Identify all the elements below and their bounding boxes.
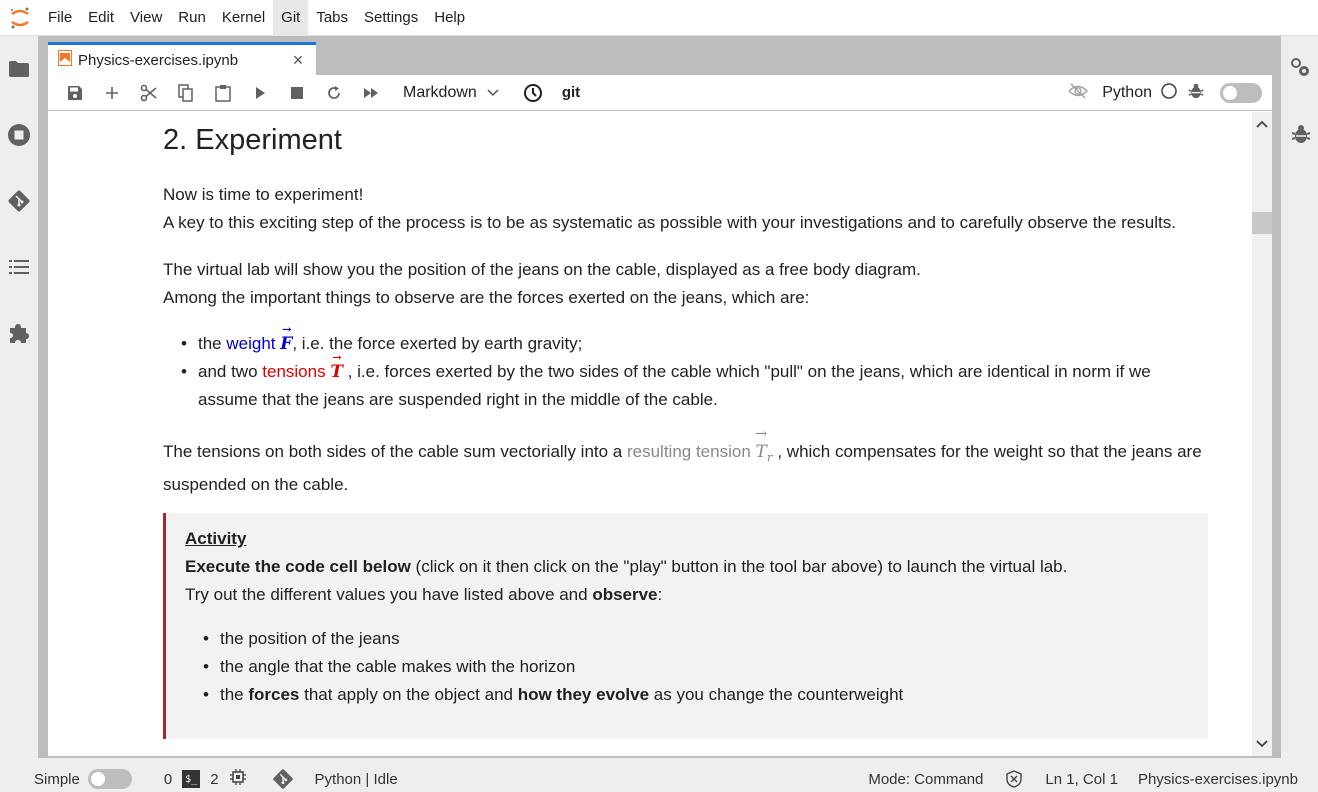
tension-vector-symbol: T <box>330 344 343 386</box>
activity-line-1: Execute the code cell below (click on it… <box>185 557 1068 576</box>
save-button[interactable] <box>56 79 93 107</box>
interrupt-button[interactable] <box>278 79 315 107</box>
menu-help[interactable]: Help <box>426 0 473 36</box>
right-sidebar <box>1281 36 1318 758</box>
restart-run-all-button[interactable] <box>352 79 389 107</box>
menu-git[interactable]: Git <box>273 0 309 36</box>
status-filename: Physics-exercises.ipynb <box>1137 770 1298 788</box>
tab-bar: Physics-exercises.ipynb × <box>48 42 316 75</box>
scroll-up-icon[interactable] <box>1252 114 1272 134</box>
menu-settings[interactable]: Settings <box>356 0 426 36</box>
paste-button[interactable] <box>204 79 241 107</box>
weight-term: weight <box>226 334 276 353</box>
menu-tabs[interactable]: Tabs <box>308 0 356 36</box>
menu-bar: File Edit View Run Kernel Git Tabs Setti… <box>0 0 1318 36</box>
insert-cell-button[interactable] <box>93 79 130 107</box>
property-inspector-icon[interactable] <box>1289 56 1313 80</box>
kernels-indicator[interactable]: 2 <box>210 766 246 792</box>
forces-list: the weight F, i.e. the force exerted by … <box>163 316 1208 414</box>
intro-line-2: A key to this exciting step of the proce… <box>163 213 1176 232</box>
table-of-contents-icon[interactable] <box>6 254 32 280</box>
activity-line-2: Try out the different values you have li… <box>185 585 663 604</box>
notebook-icon <box>58 49 72 71</box>
weight-vector-symbol: F <box>280 316 292 358</box>
notebook-panel: Markdown git Python 2. Experiment Now is… <box>48 75 1272 756</box>
resulting-tension-term: resulting tension <box>626 442 751 461</box>
simple-toggle-switch[interactable] <box>87 769 132 789</box>
close-icon[interactable]: × <box>286 48 310 72</box>
cpu-chip-icon <box>229 768 247 790</box>
intro-line-1: Now is time to experiment! <box>163 185 364 204</box>
hidden-eye-icon[interactable] <box>1068 83 1089 104</box>
intro-paragraph: Now is time to experiment! A key to this… <box>163 181 1208 237</box>
notebook-toolbar: Markdown git Python <box>48 75 1272 111</box>
lab-line-1: The virtual lab will show you the positi… <box>163 260 921 279</box>
folder-icon[interactable] <box>6 56 32 82</box>
list-item: the angle that the cable makes with the … <box>185 653 1208 681</box>
notebook-mode: Mode: Command <box>868 770 984 788</box>
lab-paragraph: The virtual lab will show you the positi… <box>163 256 1208 312</box>
activity-title: Activity <box>185 529 247 548</box>
kernel-status[interactable]: Python | Idle <box>315 766 398 792</box>
list-item: the position of the jeans <box>185 625 1208 653</box>
extension-icon[interactable] <box>6 320 32 346</box>
kernels-count: 2 <box>210 770 219 788</box>
scrollbar-thumb[interactable] <box>1252 212 1272 234</box>
restart-button[interactable] <box>315 79 352 107</box>
kernel-status-circle-icon <box>1160 82 1178 105</box>
cut-button[interactable] <box>130 79 167 107</box>
section-heading: 2. Experiment <box>163 124 342 156</box>
chevron-down-icon <box>487 84 499 102</box>
vertical-scrollbar[interactable] <box>1252 112 1272 756</box>
left-sidebar <box>0 36 38 758</box>
terminal-icon: $_ <box>182 770 201 788</box>
jupyter-logo-icon <box>0 0 40 36</box>
git-button[interactable]: git <box>562 84 580 101</box>
debugger-icon[interactable] <box>1289 122 1313 146</box>
terminals-count: 0 <box>163 770 173 788</box>
cell-type-value: Markdown <box>403 83 477 101</box>
list-item: and two tensions T , i.e. forces exerted… <box>163 344 1208 414</box>
tab-label: Physics-exercises.ipynb <box>78 51 239 69</box>
list-item: the forces that apply on the object and … <box>185 681 1208 709</box>
notebook-content: 2. Experiment Now is time to experiment!… <box>48 112 1252 756</box>
git-icon[interactable] <box>6 188 32 214</box>
run-button[interactable] <box>241 79 278 107</box>
tab-notebook[interactable]: Physics-exercises.ipynb × <box>48 42 316 75</box>
list-item: the weight F, i.e. the force exerted by … <box>163 316 1208 358</box>
main-dock: Physics-exercises.ipynb × Markdown git P… <box>38 36 1281 758</box>
debugger-toggle[interactable] <box>1220 83 1262 103</box>
menu-run[interactable]: Run <box>170 0 214 36</box>
resulting-tension-symbol: Tr <box>756 420 773 471</box>
lab-line-2: Among the important things to observe ar… <box>163 288 810 307</box>
terminals-indicator[interactable]: 0 $_ <box>163 766 201 792</box>
simple-mode-label: Simple <box>34 770 80 788</box>
trusted-shield-icon[interactable] <box>1005 766 1023 792</box>
cursor-position[interactable]: Ln 1, Col 1 <box>1045 766 1118 792</box>
scroll-down-icon[interactable] <box>1252 734 1272 754</box>
toolbar-right: Python <box>1068 75 1272 111</box>
simple-mode-toggle[interactable]: Simple <box>34 766 132 792</box>
observe-list: the position of the jeans the angle that… <box>185 625 1208 709</box>
menu-file[interactable]: File <box>40 0 80 36</box>
menu-view[interactable]: View <box>122 0 170 36</box>
menu-kernel[interactable]: Kernel <box>214 0 273 36</box>
activity-box: Activity Execute the code cell below (cl… <box>163 513 1208 739</box>
git-status-icon[interactable] <box>271 766 295 792</box>
tensions-term: tensions <box>262 362 326 381</box>
status-bar: Simple 0 $_ 2 Python | Idle Mode: Comman… <box>0 766 1318 792</box>
cell-type-dropdown[interactable]: Markdown <box>403 84 499 102</box>
running-sessions-icon[interactable] <box>6 122 32 148</box>
kernel-name[interactable]: Python <box>1102 84 1152 102</box>
history-icon[interactable] <box>515 79 552 107</box>
debugger-bug-icon[interactable] <box>1188 82 1204 105</box>
copy-button[interactable] <box>167 79 204 107</box>
menu-edit[interactable]: Edit <box>80 0 122 36</box>
resulting-tension-paragraph: The tensions on both sides of the cable … <box>163 420 1208 499</box>
